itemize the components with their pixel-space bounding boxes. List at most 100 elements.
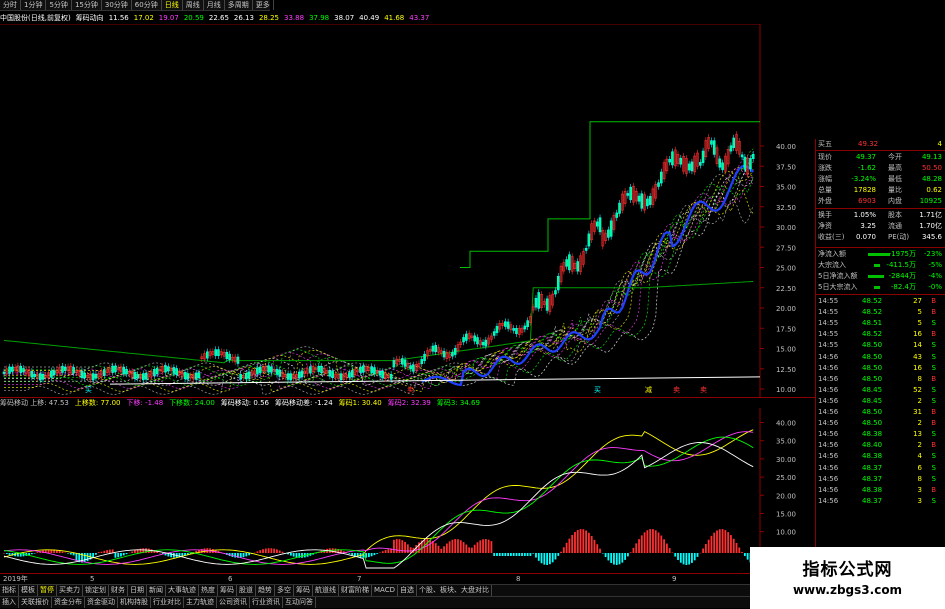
indicator-tab-0[interactable]: 指标	[0, 585, 19, 596]
candle-body	[749, 158, 752, 170]
period-tab-8[interactable]: 月线	[204, 0, 225, 10]
stock-terminal-window: 分时 1分钟 5分钟 15分钟 30分钟 60分钟 日线 周线 月线 多周期 更多 中国股份(日线,…	[0, 0, 945, 609]
indicator-tab-5[interactable]: 财务	[109, 585, 128, 596]
trade-volume: 5	[917, 308, 922, 317]
trade-price: 48.37	[862, 463, 883, 472]
candle-body	[412, 364, 415, 372]
info-tab-8[interactable]: 行业资讯	[250, 597, 283, 608]
trade-volume: 14	[913, 341, 922, 350]
candle-body	[495, 326, 499, 333]
indicator-tab-1[interactable]: 模板	[19, 585, 38, 596]
candle-body	[167, 366, 170, 372]
info-tab-1[interactable]: 关联报价	[19, 597, 52, 608]
indicator-tab-2[interactable]: 暂停	[38, 585, 57, 596]
info-tab-0[interactable]: 插入	[0, 597, 19, 608]
trade-volume: 8	[917, 474, 922, 483]
indicator-tab-19[interactable]: 个股、板块、大盘对比	[417, 585, 492, 596]
indicator-tab-17[interactable]: MACD	[372, 585, 398, 596]
trade-price: 48.38	[862, 430, 883, 439]
period-tab-1[interactable]: 1分钟	[21, 0, 47, 10]
chip-value-3: 20.59	[183, 14, 204, 22]
trade-volume: 43	[913, 352, 922, 361]
indicator-tab-13[interactable]: 多空	[275, 585, 294, 596]
indicator-tab-12[interactable]: 趋势	[256, 585, 275, 596]
flow-value: -82.4万	[890, 283, 916, 291]
indicator-tab-15[interactable]: 航道线	[313, 585, 339, 596]
candle-body	[22, 368, 25, 373]
histogram-bar	[348, 553, 351, 554]
indicator-tab-7[interactable]: 新闻	[147, 585, 166, 596]
candle-body	[133, 372, 137, 379]
histogram-bar	[381, 551, 384, 553]
period-tab-10[interactable]: 更多	[253, 0, 274, 10]
candle-body	[660, 171, 663, 184]
indicator-tab-3[interactable]: 买卖力	[57, 585, 83, 596]
indicator-header-item-2: 下移: -1.48	[126, 399, 164, 407]
date-label-3: 7	[357, 575, 362, 583]
trade-time: 14:56	[818, 352, 839, 361]
candlestick-chart[interactable]: 40.00 37.50 35.00 32.50 30.00 27.50 25.00 22.50…	[0, 24, 815, 397]
ask5-label: 买五	[818, 140, 832, 148]
indicator-tab-10[interactable]: 筹码	[218, 585, 237, 596]
histogram-bar	[721, 529, 724, 553]
indicator-tab-9[interactable]: 热度	[199, 585, 218, 596]
period-tab-7[interactable]: 周线	[183, 0, 204, 10]
info-tab-6[interactable]: 主力轨迹	[184, 597, 217, 608]
ask5-volume: 4	[937, 140, 942, 148]
indicator-tab-6[interactable]: 日期	[128, 585, 147, 596]
histogram-bar	[120, 553, 122, 557]
period-tab-2[interactable]: 5分钟	[46, 0, 72, 10]
period-tab-6[interactable]: 日线	[162, 0, 183, 10]
signal-marker-4: 卖	[673, 386, 680, 394]
info-tab-5[interactable]: 行业对比	[151, 597, 184, 608]
indicator-line-3	[3, 442, 754, 569]
candle-body	[732, 137, 736, 148]
period-tab-0[interactable]: 分时	[0, 0, 21, 10]
chip-movement-indicator-chart[interactable]: 40.0035.0030.0025.0020.0015.0010.005.00	[0, 408, 815, 573]
period-tab-3[interactable]: 15分钟	[72, 0, 102, 10]
histogram-bar	[704, 543, 707, 553]
candle-body	[11, 366, 14, 372]
indicator-tab-8[interactable]: 大事轨迹	[166, 585, 199, 596]
indicator-tab-11[interactable]: 股道	[237, 585, 256, 596]
info-tab-row: 插入 关联报价 资金分布 资金驱动 机构持股 行业对比 主力轨迹 公司资讯 行业资讯 互动问答	[0, 596, 815, 608]
flow-pct: -5%	[928, 261, 942, 269]
histogram-bar	[615, 553, 618, 565]
histogram-bar	[632, 547, 635, 553]
candle-body	[50, 370, 53, 378]
price-axis-label: 32.50	[776, 204, 796, 212]
period-tab-9[interactable]: 多周期	[225, 0, 253, 10]
quote-label: 今开	[888, 153, 902, 161]
trade-time: 14:56	[818, 463, 839, 472]
trade-direction: S	[931, 396, 936, 405]
histogram-bar	[557, 553, 560, 556]
info-tab-9[interactable]: 互动问答	[283, 597, 316, 608]
candle-body	[270, 366, 273, 373]
period-tab-5[interactable]: 60分钟	[132, 0, 162, 10]
trade-direction: B	[931, 485, 936, 494]
chip-value-6: 28.25	[258, 14, 280, 22]
info-tab-3[interactable]: 资金驱动	[85, 597, 118, 608]
histogram-bar	[276, 549, 278, 553]
candle-body	[83, 372, 87, 379]
histogram-bar	[738, 547, 741, 553]
candle-body	[378, 370, 382, 376]
indicator-tab-4[interactable]: 锁定划	[83, 585, 109, 596]
histogram-bar	[490, 541, 493, 553]
info-tab-4[interactable]: 机构持股	[118, 597, 151, 608]
date-label-5: 9	[672, 575, 677, 583]
histogram-bar	[540, 553, 543, 564]
candle-body	[512, 328, 515, 331]
info-tab-7[interactable]: 公司资讯	[217, 597, 250, 608]
histogram-bar	[593, 539, 596, 553]
candle-body	[247, 371, 251, 379]
candle-body	[701, 150, 705, 163]
trade-direction: B	[931, 374, 936, 383]
indicator-tab-18[interactable]: 自选	[398, 585, 417, 596]
indicator-tab-14[interactable]: 筹码	[294, 585, 313, 596]
info-tab-2[interactable]: 资金分布	[52, 597, 85, 608]
candle-body	[80, 370, 84, 378]
histogram-bar	[8, 553, 11, 555]
indicator-tab-16[interactable]: 财富阶梯	[339, 585, 372, 596]
period-tab-4[interactable]: 30分钟	[102, 0, 132, 10]
